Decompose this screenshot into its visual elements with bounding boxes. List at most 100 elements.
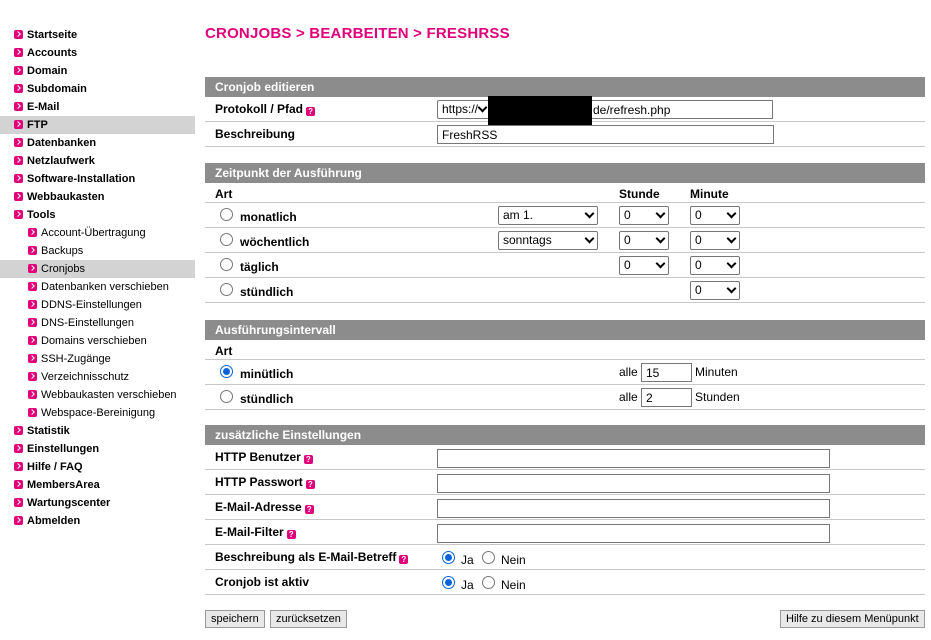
interval-radio[interactable] xyxy=(220,365,233,378)
http-pass-label: HTTP Passwort? xyxy=(215,475,315,489)
sidebar-item[interactable]: Domains verschieben xyxy=(0,332,195,350)
sidebar-item[interactable]: FTP xyxy=(0,116,195,134)
subject-no-radio[interactable] xyxy=(482,551,495,564)
sidebar-item[interactable]: Domain xyxy=(0,62,195,80)
sidebar-item[interactable]: Backups xyxy=(0,242,195,260)
minute-select-value: 0 xyxy=(695,258,702,272)
schedule-radio[interactable] xyxy=(220,233,233,246)
sidebar-item[interactable]: Webbaukasten verschieben xyxy=(0,386,195,404)
arrow-bullet-icon xyxy=(14,498,23,507)
day-select[interactable]: sonntags xyxy=(498,231,598,250)
path-input-value: de/refresh.php xyxy=(593,103,671,117)
http-user-input[interactable] xyxy=(437,449,830,468)
sidebar-item-label: Backups xyxy=(41,245,84,257)
schedule-section: Zeitpunkt der Ausführung Art Stunde Minu… xyxy=(205,163,925,303)
help-icon[interactable]: ? xyxy=(304,505,314,514)
sidebar-item-label: Domain xyxy=(27,65,68,77)
minute-select[interactable]: 0 xyxy=(690,206,740,225)
section-header-interval: Ausführungsintervall xyxy=(205,320,925,340)
sidebar-item[interactable]: Verzeichnisschutz xyxy=(0,368,195,386)
interval-label: minütlich xyxy=(240,367,294,381)
sidebar-item[interactable]: Statistik xyxy=(0,422,195,440)
sidebar-item-label: Tools xyxy=(27,209,56,221)
interval-row: stündlich alle 2 Stunden xyxy=(205,385,925,410)
arrow-bullet-icon xyxy=(28,336,37,345)
email-label-text: E-Mail-Adresse xyxy=(215,500,302,514)
schedule-radio[interactable] xyxy=(220,283,233,296)
help-icon[interactable]: ? xyxy=(303,455,313,464)
help-icon[interactable]: ? xyxy=(306,107,316,116)
subject-yes-radio[interactable] xyxy=(442,551,455,564)
active-no-radio[interactable] xyxy=(482,576,495,589)
interval-prefix: alle xyxy=(619,365,638,379)
col-art: Art xyxy=(215,344,233,358)
description-input[interactable]: FreshRSS xyxy=(437,125,774,144)
interval-unit: Stunden xyxy=(695,390,740,404)
sidebar-item-label: Einstellungen xyxy=(27,443,100,455)
arrow-bullet-icon xyxy=(14,138,23,147)
hour-select[interactable]: 0 xyxy=(619,256,669,275)
sidebar-item[interactable]: Webbaukasten xyxy=(0,188,195,206)
sidebar-item[interactable]: Cronjobs xyxy=(0,260,195,278)
sidebar-item[interactable]: Hilfe / FAQ xyxy=(0,458,195,476)
interval-value-input[interactable]: 2 xyxy=(641,388,692,407)
sidebar-item[interactable]: DNS-Einstellungen xyxy=(0,314,195,332)
sidebar-item[interactable]: Netzlaufwerk xyxy=(0,152,195,170)
interval-radio[interactable] xyxy=(220,390,233,403)
minute-select[interactable]: 0 xyxy=(690,281,740,300)
active-yes-label: Ja xyxy=(461,578,474,592)
sidebar-item[interactable]: E-Mail xyxy=(0,98,195,116)
sidebar-item[interactable]: Einstellungen xyxy=(0,440,195,458)
hour-select[interactable]: 0 xyxy=(619,206,669,225)
sidebar-item[interactable]: DDNS-Einstellungen xyxy=(0,296,195,314)
arrow-bullet-icon xyxy=(14,444,23,453)
arrow-bullet-icon xyxy=(14,120,23,129)
save-button[interactable]: speichern xyxy=(205,610,265,628)
sidebar-item[interactable]: Accounts xyxy=(0,44,195,62)
schedule-radio[interactable] xyxy=(220,258,233,271)
email-input[interactable] xyxy=(437,499,830,518)
day-select-value: sonntags xyxy=(503,233,552,247)
http-pass-input[interactable] xyxy=(437,474,830,493)
sidebar-item[interactable]: Wartungscenter xyxy=(0,494,195,512)
schedule-radio[interactable] xyxy=(220,208,233,221)
hour-select-value: 0 xyxy=(624,233,631,247)
description-label: Beschreibung xyxy=(215,127,296,141)
minute-select[interactable]: 0 xyxy=(690,231,740,250)
reset-button[interactable]: zurücksetzen xyxy=(270,610,347,628)
minute-select-value: 0 xyxy=(695,208,702,222)
protocol-select-value: https:// xyxy=(442,102,479,116)
chevron-down-icon xyxy=(726,283,737,294)
protocol-select[interactable]: https:// xyxy=(437,100,491,119)
hour-select-value: 0 xyxy=(624,258,631,272)
sidebar-item[interactable]: Account-Übertragung xyxy=(0,224,195,242)
hour-select[interactable]: 0 xyxy=(619,231,669,250)
sidebar-item-label: Accounts xyxy=(27,47,78,59)
sidebar-item[interactable]: Datenbanken xyxy=(0,134,195,152)
active-yes-radio[interactable] xyxy=(442,576,455,589)
sidebar-item[interactable]: SSH-Zugänge xyxy=(0,350,195,368)
sidebar-item-label: Verzeichnisschutz xyxy=(41,371,130,383)
minute-select[interactable]: 0 xyxy=(690,256,740,275)
active-label: Cronjob ist aktiv xyxy=(215,575,310,589)
sidebar-item[interactable]: Subdomain xyxy=(0,80,195,98)
section-header-cronjob: Cronjob editieren xyxy=(205,77,925,97)
help-button[interactable]: Hilfe zu diesem Menüpunkt xyxy=(780,610,925,628)
help-icon[interactable]: ? xyxy=(305,480,315,489)
day-select[interactable]: am 1. xyxy=(498,206,598,225)
sidebar-item[interactable]: MembersArea xyxy=(0,476,195,494)
sidebar-item[interactable]: Startseite xyxy=(0,26,195,44)
sidebar-item[interactable]: Tools xyxy=(0,206,195,224)
email-label: E-Mail-Adresse? xyxy=(215,500,314,514)
interval-value-input[interactable]: 15 xyxy=(641,363,692,382)
help-icon[interactable]: ? xyxy=(399,555,409,564)
help-icon[interactable]: ? xyxy=(286,530,296,539)
sidebar-item[interactable]: Abmelden xyxy=(0,512,195,530)
email-filter-input[interactable] xyxy=(437,524,830,543)
sidebar-item[interactable]: Datenbanken verschieben xyxy=(0,278,195,296)
sidebar-item[interactable]: Webspace-Bereinigung xyxy=(0,404,195,422)
cronjob-edit-section: Cronjob editieren Protokoll / Pfad? http… xyxy=(205,77,925,147)
sidebar-item-label: DNS-Einstellungen xyxy=(41,317,134,329)
sidebar-item[interactable]: Software-Installation xyxy=(0,170,195,188)
description-row: Beschreibung FreshRSS xyxy=(205,122,925,147)
